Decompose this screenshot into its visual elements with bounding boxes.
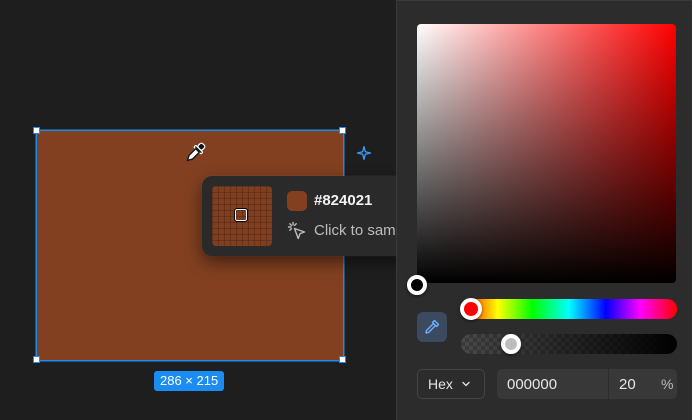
input-divider — [608, 369, 609, 399]
color-format-select[interactable]: Hex — [417, 369, 485, 399]
hex-input[interactable] — [497, 369, 607, 399]
opacity-slider[interactable] — [461, 334, 677, 354]
hue-slider-thumb[interactable] — [460, 298, 482, 320]
saturation-value-area[interactable] — [417, 24, 676, 283]
color-format-label: Hex — [428, 376, 453, 392]
opacity-input[interactable] — [617, 369, 653, 399]
eyedropper-button[interactable] — [417, 312, 447, 342]
chevron-down-icon — [462, 381, 470, 387]
sampled-hex-label: #824021 — [314, 192, 373, 209]
opacity-slider-thumb[interactable] — [501, 334, 521, 354]
color-value-inputs: % — [497, 369, 677, 399]
opacity-unit: % — [661, 376, 674, 392]
eyedropper-icon — [425, 319, 440, 334]
hue-slider[interactable] — [461, 299, 677, 319]
sparkle-icon[interactable] — [356, 145, 372, 161]
resize-handle-bottom-left[interactable] — [33, 356, 40, 363]
magnifier-grid — [212, 186, 272, 246]
sampled-color-swatch — [287, 191, 307, 211]
resize-handle-bottom-right[interactable] — [339, 356, 346, 363]
magnifier-target-pixel — [234, 208, 248, 222]
dimensions-badge: 286 × 215 — [154, 371, 225, 391]
sample-hint-text: Click to sample — [314, 222, 396, 239]
opacity-gradient — [461, 334, 677, 354]
panel-divider — [397, 0, 692, 1]
click-pointer-icon — [287, 221, 306, 240]
eyedropper-cursor-icon — [186, 142, 206, 162]
color-picker-panel: Hex % — [396, 0, 692, 420]
design-canvas[interactable]: 286 × 215 #824021 Click to sample — [0, 0, 396, 420]
resize-handle-top-right[interactable] — [339, 127, 346, 134]
resize-handle-top-left[interactable] — [33, 127, 40, 134]
color-sample-popup: #824021 Click to sample — [202, 176, 396, 256]
saturation-value-handle[interactable] — [407, 275, 427, 295]
